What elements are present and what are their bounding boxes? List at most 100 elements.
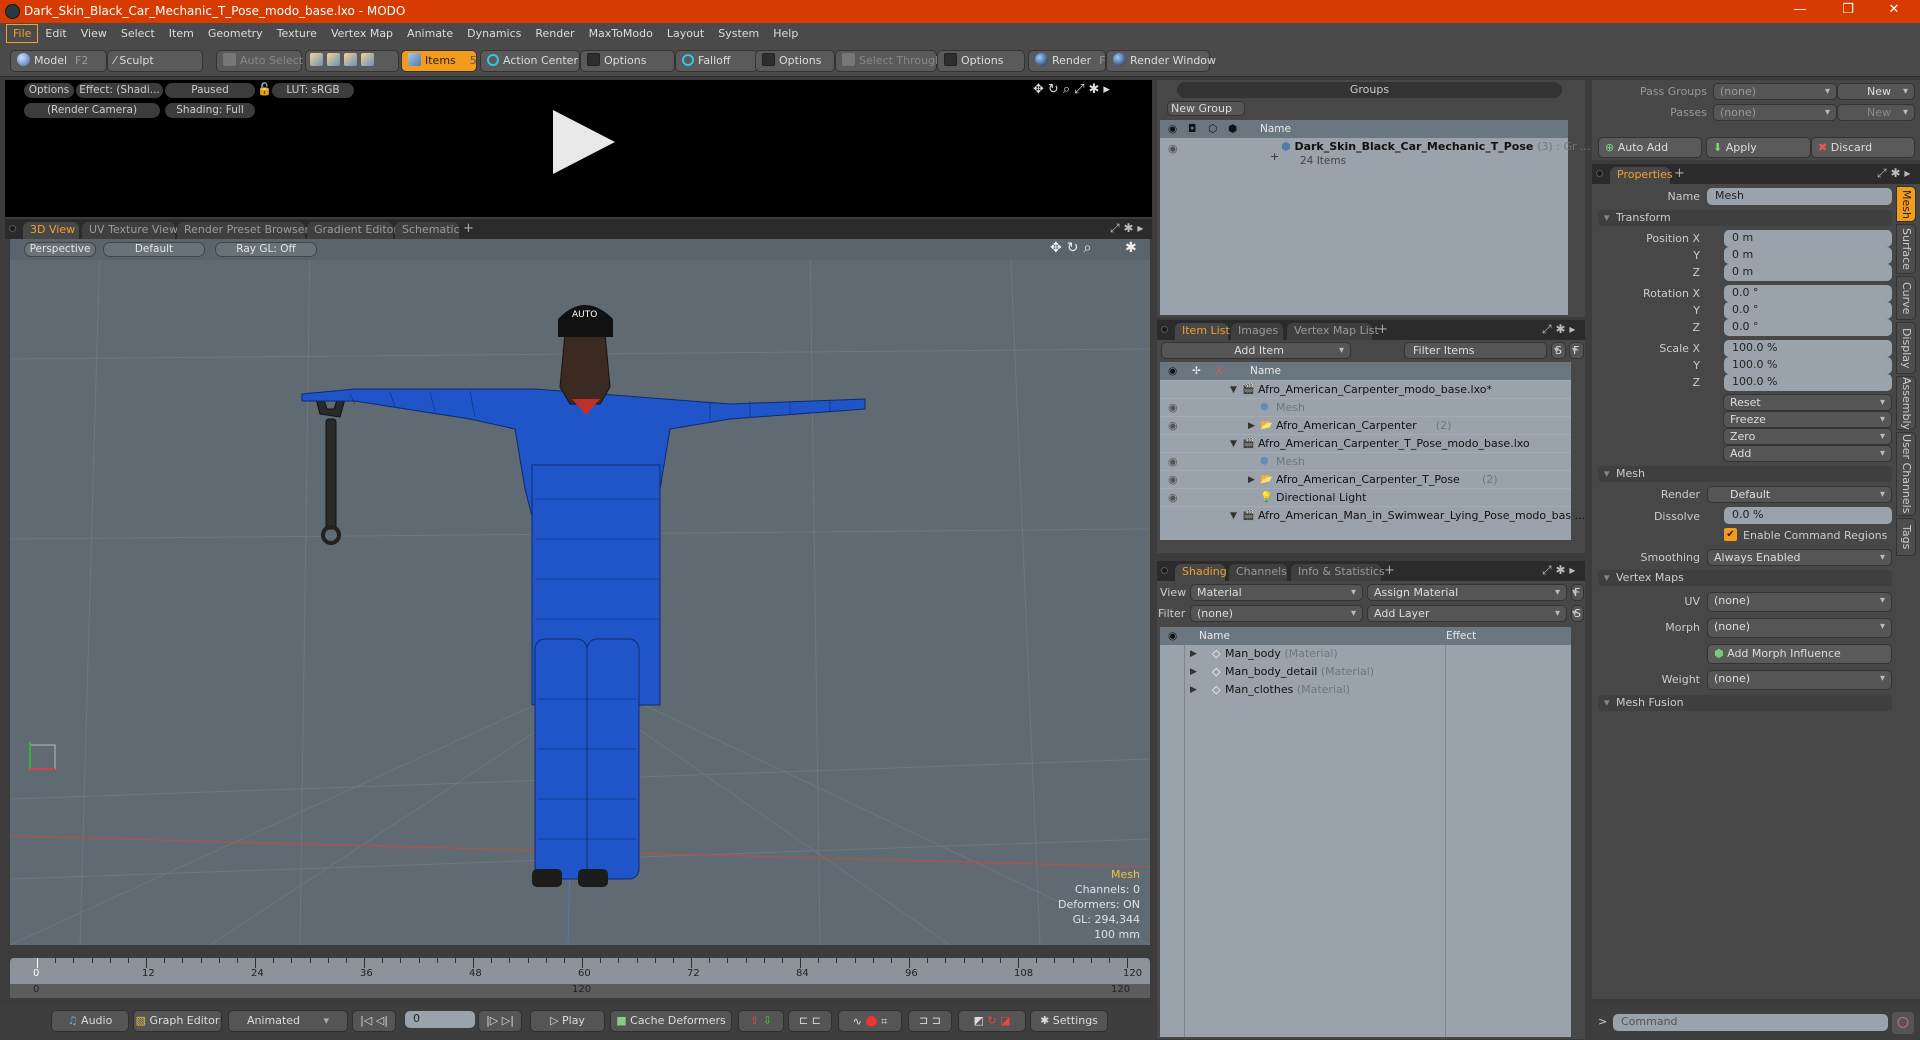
falloff-button[interactable]: Falloff (675, 50, 758, 72)
menu-edit[interactable]: Edit (38, 24, 73, 43)
render-button[interactable]: RenderF9 (1028, 50, 1113, 72)
item-list-row[interactable]: ◉ 💡 Directional Light (1160, 488, 1571, 506)
key-delete-icon[interactable]: ◪ (1000, 1014, 1010, 1027)
position-z-field[interactable]: 0 m (1724, 264, 1892, 281)
play-button[interactable]: ▷ Play (530, 1010, 605, 1032)
tab-shading[interactable]: Shading (1175, 564, 1227, 581)
menu-animate[interactable]: Animate (400, 24, 460, 43)
raygl-dropdown[interactable]: Ray GL: Off (215, 242, 317, 257)
tab-properties[interactable]: Properties (1610, 167, 1673, 184)
preview-lut-dropdown[interactable]: LUT: sRGB (272, 83, 354, 98)
gear-icon[interactable]: ✱ (1089, 82, 1104, 97)
expand-arrow-icon[interactable]: ▸ (1569, 322, 1575, 336)
maximize-icon[interactable]: ⤢ (1877, 166, 1887, 180)
zero-dropdown[interactable]: Zero (1723, 428, 1892, 445)
viewport-gear-icon[interactable]: ✱ (1125, 240, 1137, 256)
autokey-icon[interactable]: ∿ (853, 1015, 862, 1028)
key-refresh-icon[interactable]: ↻ (987, 1014, 996, 1027)
add-tab-icon[interactable]: + (1674, 166, 1685, 181)
visibility-column-icon[interactable]: ◉ (1168, 362, 1177, 380)
add-tab-icon[interactable]: + (1384, 563, 1395, 578)
item-list-row[interactable]: ▼ 🎬 Afro_American_Man_in_Swimwear_Lying_Po… (1160, 506, 1585, 524)
visibility-eye-icon[interactable]: ◉ (1168, 489, 1178, 507)
maximize-icon[interactable]: ⤢ (1110, 221, 1120, 235)
item-list-row[interactable]: ◉ ⬢ Mesh (1160, 398, 1571, 416)
zoom-icon[interactable]: ⌕ (1063, 82, 1074, 97)
minimize-button[interactable]: — (1780, 2, 1820, 22)
command-input[interactable]: Command (1613, 1014, 1888, 1031)
collapse-arrow-icon[interactable]: ▼ (1230, 381, 1237, 399)
add-tab-icon[interactable]: + (463, 221, 474, 236)
tab-render-preset-browser[interactable]: Render Preset Browser (177, 222, 309, 239)
shading-f-button[interactable]: F (1571, 584, 1584, 601)
render-column-icon[interactable]: ◘ (1188, 120, 1196, 138)
menu-vertex-map[interactable]: Vertex Map (324, 24, 400, 43)
timeline-range-bar[interactable]: 0 120 120 (10, 984, 1150, 998)
rotation-x-field[interactable]: 0.0 ° (1724, 285, 1892, 302)
maximize-icon[interactable]: ⤢ (1542, 563, 1552, 577)
key-options-icon[interactable]: ⌗ (881, 1015, 887, 1028)
shading-view-dropdown[interactable]: Material (1190, 584, 1363, 601)
visibility-eye-icon[interactable]: ◉ (1168, 471, 1178, 489)
next-key-buttons[interactable]: ⊐ ⊐ (908, 1010, 952, 1032)
key-up-icon[interactable]: ⇧ (750, 1014, 759, 1027)
effect-column-header[interactable]: Effect (1446, 627, 1476, 645)
add-dropdown[interactable]: Add (1723, 445, 1892, 462)
menu-geometry[interactable]: Geometry (201, 24, 270, 43)
render-dropdown[interactable]: Default (1707, 486, 1892, 503)
name-column-header[interactable]: Name (1260, 120, 1291, 138)
passes-dropdown[interactable]: (none) (1713, 104, 1837, 121)
visibility-eye-icon[interactable]: ◉ (1168, 399, 1178, 417)
scale-y-field[interactable]: 100.0 % (1724, 357, 1892, 374)
tab-vertex-map-list[interactable]: Vertex Map List (1287, 323, 1379, 340)
prev-key-icon[interactable]: ◁| (376, 1014, 388, 1027)
freeze-dropdown[interactable]: Freeze (1723, 411, 1892, 428)
action-center-button[interactable]: Action Center (480, 50, 580, 72)
item-list-row[interactable]: ◉ ▶ 📂 Afro_American_Carpenter (2) (1160, 416, 1571, 434)
menu-texture[interactable]: Texture (270, 24, 324, 43)
zoom-icon[interactable]: ⌕ (1083, 240, 1096, 256)
visibility-column-icon[interactable]: ◉ (1168, 627, 1177, 645)
vertices-mode-icon[interactable] (310, 53, 323, 66)
menu-maxtomodo[interactable]: MaxToModo (582, 24, 660, 43)
mesh-fusion-section[interactable]: Mesh Fusion (1598, 695, 1892, 711)
menu-item[interactable]: Item (162, 24, 201, 43)
select-through-button[interactable]: Select Through (835, 50, 942, 72)
vertex-maps-section[interactable]: Vertex Maps (1598, 570, 1892, 586)
weight-dropdown[interactable]: (none) (1707, 670, 1892, 690)
visibility-eye-icon[interactable]: ◉ (1168, 417, 1178, 435)
lock-icon[interactable]: 🔓 (257, 82, 272, 96)
next-key-icon[interactable]: |▷ (486, 1014, 498, 1027)
position-x-field[interactable]: 0 m (1724, 230, 1892, 247)
rotate-icon[interactable]: ↻ (1067, 240, 1084, 256)
cache-deformers-button[interactable]: ■ Cache Deformers (610, 1010, 732, 1032)
3d-viewport[interactable]: AUTO (10, 239, 1150, 945)
gear-icon[interactable]: ✱ (1890, 166, 1900, 180)
position-y-field[interactable]: 0 m (1724, 247, 1892, 264)
tab-3d-view[interactable]: 3D View (23, 222, 79, 239)
current-frame-field[interactable]: 0 (405, 1011, 475, 1028)
tab-schematic[interactable]: Schematic (395, 222, 460, 239)
menu-layout[interactable]: Layout (660, 24, 711, 43)
polygons-mode-icon[interactable] (344, 53, 357, 66)
item-list-row[interactable]: ▼ 🎬 Afro_American_Carpenter_modo_base.lxo* (1160, 380, 1571, 398)
mesh-section[interactable]: Mesh (1598, 466, 1892, 482)
morph-dropdown[interactable]: (none) (1707, 618, 1892, 638)
menu-help[interactable]: Help (766, 24, 805, 43)
tab-gradient-editor[interactable]: Gradient Editor (307, 222, 398, 239)
graph-editor-button[interactable]: ▧ Graph Editor (133, 1010, 222, 1032)
move-icon[interactable]: ✥ (1050, 240, 1067, 256)
expand-arrow-icon[interactable]: ▸ (1137, 221, 1143, 235)
model-mode-button[interactable]: Model F2 (10, 50, 107, 72)
shader-row[interactable]: ▶ ◇ Man_clothes (Material) (1160, 681, 1445, 699)
s-filter-button[interactable]: S (1551, 342, 1566, 359)
axis-column-icon[interactable]: ⅄ (1216, 362, 1222, 380)
select-through-options-button[interactable]: Options (937, 50, 1025, 72)
auto-select-button[interactable]: Auto Select (216, 50, 303, 72)
audio-button[interactable]: ♫ Audio (51, 1010, 129, 1032)
dissolve-field[interactable]: 0.0 % (1724, 507, 1892, 524)
tab-channels[interactable]: Channels (1229, 564, 1287, 581)
uv-dropdown[interactable]: (none) (1707, 592, 1892, 612)
add-layer-dropdown[interactable]: Add Layer (1367, 605, 1567, 622)
expand-arrow-icon[interactable]: ▶ (1248, 417, 1255, 435)
